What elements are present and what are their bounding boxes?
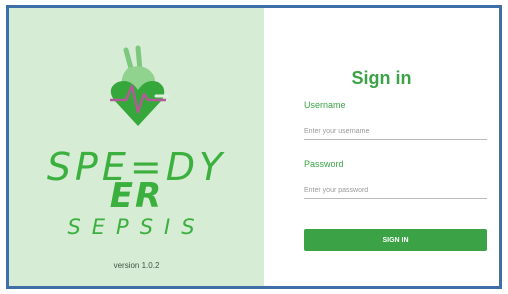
brand-tagline: SEPSIS (67, 215, 206, 239)
username-label: Username (304, 100, 346, 110)
signin-panel: Sign in Username Password SIGN IN (264, 8, 499, 286)
version-label: version 1.0.2 (113, 261, 160, 270)
password-label: Password (304, 159, 344, 169)
logo-icon (102, 42, 174, 128)
brand-panel: SPE=DY ER SEPSIS version 1.0.2 (9, 8, 264, 286)
password-input[interactable] (304, 182, 487, 199)
username-input[interactable] (304, 123, 487, 140)
brand-subtitle: ER (109, 176, 164, 216)
signin-button[interactable]: SIGN IN (304, 229, 487, 251)
page-title: Sign in (351, 68, 412, 88)
login-window: SPE=DY ER SEPSIS version 1.0.2 Sign in U… (6, 5, 502, 289)
